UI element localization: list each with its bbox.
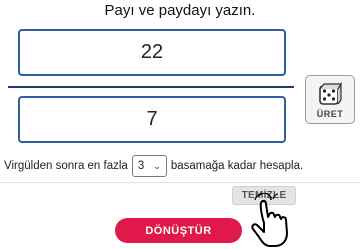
precision-text-after: basamağa kadar hesapla. bbox=[170, 160, 304, 172]
fraction-line bbox=[8, 86, 294, 88]
precision-selected-value: 3 bbox=[137, 160, 145, 172]
chevron-down-icon: ⌄ bbox=[153, 160, 161, 171]
denominator-input[interactable]: 7 bbox=[18, 96, 286, 143]
divider bbox=[0, 182, 360, 183]
generate-button[interactable]: ÜRET bbox=[305, 75, 355, 124]
convert-button[interactable]: DÖNÜŞTÜR bbox=[115, 218, 242, 243]
precision-select[interactable]: 3 ⌄ bbox=[131, 155, 167, 177]
dice-icon bbox=[319, 81, 343, 105]
precision-row: Virgülden sonra en fazla 3 ⌄ basamağa ka… bbox=[4, 155, 360, 177]
numerator-input[interactable]: 22 bbox=[18, 29, 286, 76]
precision-text-before: Virgülden sonra en fazla bbox=[4, 160, 128, 172]
generate-button-label: ÜRET bbox=[316, 109, 344, 119]
hand-cursor-icon bbox=[251, 193, 288, 247]
instruction-text: Payı ve paydayı yazın. bbox=[104, 2, 256, 19]
